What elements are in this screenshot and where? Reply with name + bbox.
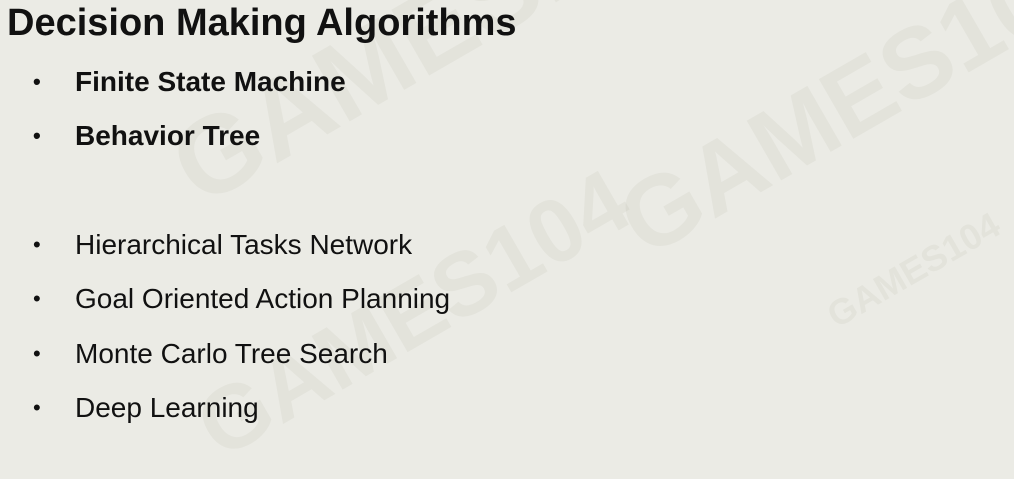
list-item-label: Deep Learning bbox=[75, 392, 259, 423]
watermark: GAMES104 bbox=[820, 203, 1007, 336]
bullet-icon: • bbox=[33, 123, 41, 148]
list-item-label: Monte Carlo Tree Search bbox=[75, 338, 388, 369]
list-item-label: Behavior Tree bbox=[75, 120, 261, 151]
watermark: GAMES104 bbox=[600, 0, 1014, 278]
list-item-label: Goal Oriented Action Planning bbox=[75, 283, 451, 314]
bullet-icon: • bbox=[33, 286, 41, 311]
list-item-label: Hierarchical Tasks Network bbox=[75, 229, 413, 260]
list-item-label: Finite State Machine bbox=[75, 66, 346, 97]
bullet-icon: • bbox=[33, 232, 41, 257]
bullet-icon: • bbox=[33, 395, 41, 420]
bullet-icon: • bbox=[33, 341, 41, 366]
bullet-icon: • bbox=[33, 69, 41, 94]
slide-title: Decision Making Algorithms bbox=[7, 2, 517, 44]
